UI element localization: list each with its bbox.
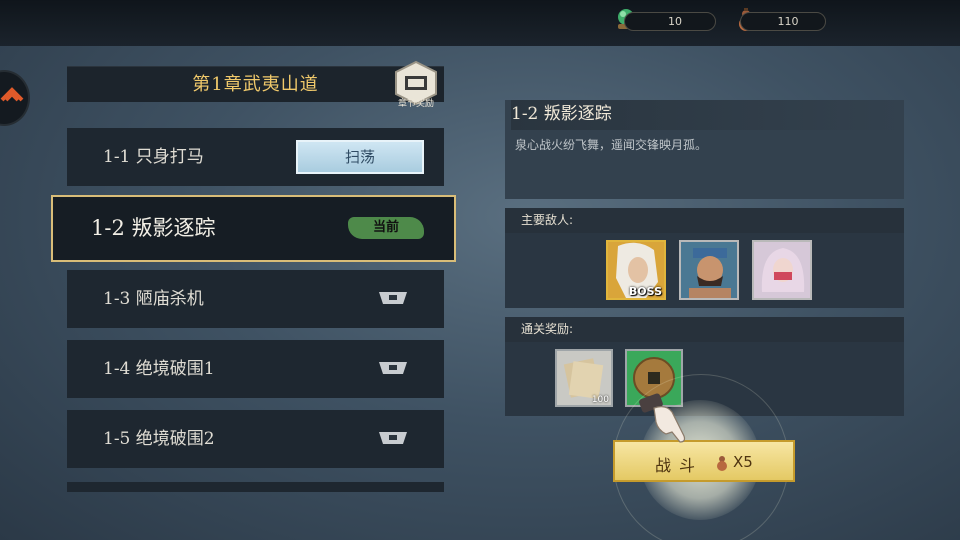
jade-counter: 10 <box>624 12 716 31</box>
enemy-portrait[interactable] <box>752 240 812 300</box>
locked-icon <box>379 362 407 374</box>
fight-label: 战斗 <box>655 456 704 475</box>
current-badge: 当前 <box>348 217 424 239</box>
stage-detail-title: 1-2 叛影逐踪 <box>511 100 904 130</box>
stage-label: 1-5 绝境破围2 <box>103 429 215 449</box>
stage-detail-panel: 1-2 叛影逐踪 泉心战火纷飞舞，遥闻交锋映月孤。 <box>505 100 904 199</box>
locked-icon <box>379 432 407 444</box>
back-button[interactable] <box>0 70 30 126</box>
tutorial-pointer-hand-icon <box>639 393 686 443</box>
fight-cost: X5 <box>733 453 753 471</box>
stage-item-1-4[interactable]: 1-4 绝境破围1 <box>67 340 444 398</box>
stage-label: 1-2 叛影逐踪 <box>91 216 216 240</box>
stage-label: 1-1 只身打马 <box>103 147 204 167</box>
stage-label: 1-4 绝境破围1 <box>103 359 215 379</box>
list-scroll-edge <box>67 482 444 492</box>
enemies-heading: 主要敌人: <box>505 208 904 233</box>
stamina-value: 110 <box>777 15 799 28</box>
back-arrow-icon <box>0 87 24 102</box>
rewards-heading: 通关奖励: <box>505 317 904 342</box>
enemy-portrait-boss[interactable]: BOSS <box>606 240 666 300</box>
locked-icon <box>379 292 407 304</box>
enemy-portrait[interactable] <box>679 240 739 300</box>
masked-woman-icon <box>754 242 810 298</box>
stage-label: 1-3 陋庙杀机 <box>103 289 204 309</box>
sweep-button[interactable]: 扫荡 <box>296 140 424 174</box>
stage-item-1-1[interactable]: 1-1 只身打马 扫荡 <box>67 128 444 186</box>
stage-item-1-2[interactable]: 1-2 叛影逐踪 当前 <box>51 195 456 262</box>
reward-count: 100 <box>591 395 609 405</box>
stage-item-1-5[interactable]: 1-5 绝境破围2 <box>67 410 444 468</box>
jade-value: 10 <box>668 15 682 28</box>
stamina-counter: 110 <box>740 12 826 31</box>
reward-item[interactable]: 100 <box>555 349 613 407</box>
stage-description: 泉心战火纷飞舞，遥闻交锋映月孤。 <box>515 138 708 152</box>
enemies-panel: 主要敌人: BOSS <box>505 208 904 308</box>
chapter-reward-label[interactable]: 章节奖励 <box>388 96 444 109</box>
boss-tag: BOSS <box>628 285 662 298</box>
gourd-icon <box>717 456 727 471</box>
bandana-bandit-icon <box>681 242 737 298</box>
stage-item-1-3[interactable]: 1-3 陋庙杀机 <box>67 270 444 328</box>
